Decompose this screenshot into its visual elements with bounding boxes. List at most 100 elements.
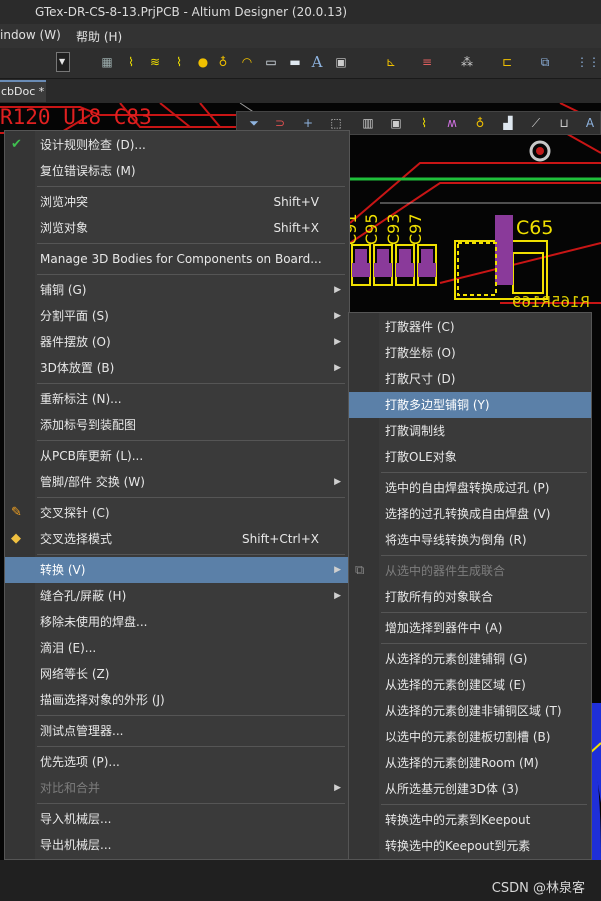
context-menu-item-25[interactable]: 滴泪 (E)... <box>5 635 349 661</box>
align-icon[interactable]: ⊾ <box>384 55 398 69</box>
context-menu-item-label: 转换 (V) <box>40 563 86 577</box>
hatch-icon[interactable]: ▦ <box>100 55 114 69</box>
chevron-right-icon: ▶ <box>334 363 341 373</box>
convert-submenu-item-2[interactable]: 打散尺寸 (D) <box>349 366 591 392</box>
convert-submenu-item-0[interactable]: 打散器件 (C) <box>349 314 591 340</box>
pad-icon[interactable]: ● <box>196 55 210 69</box>
chevron-right-icon: ▶ <box>334 285 341 295</box>
convert-submenu-item-11: ⧉ 从选中的器件生成联合 <box>349 558 591 584</box>
component-icon[interactable]: ▣ <box>334 55 348 69</box>
convert-submenu-item-24[interactable]: 转换选中的Keepout到元素 <box>349 833 591 859</box>
menu-help[interactable]: 帮助 (H) <box>76 28 122 45</box>
context-menu-item-19[interactable]: ✎ 交叉探针 (C) <box>5 500 349 526</box>
via-tool-icon[interactable]: ♁ <box>473 116 487 130</box>
context-menu-item-29[interactable]: 测试点管理器... <box>5 718 349 744</box>
convert-submenu-item-3[interactable]: 打散多边型铺铜 (Y) <box>349 392 591 418</box>
convert-submenu-item-label: 增加选择到器件中 (A) <box>385 621 503 635</box>
convert-submenu-item-14[interactable]: 增加选择到器件中 (A) <box>349 615 591 641</box>
convert-submenu-item-5[interactable]: 打散OLE对象 <box>349 444 591 470</box>
menu-separator <box>37 383 345 384</box>
convert-submenu-item-label: 打散多边型铺铜 (Y) <box>385 398 490 412</box>
context-menu-item-6[interactable]: Manage 3D Bodies for Components on Board… <box>5 246 349 272</box>
context-menu-item-31[interactable]: 优先选项 (P)... <box>5 749 349 775</box>
pcb-ref-c65: C65 <box>516 217 554 239</box>
convert-submenu-item-12[interactable]: 打散所有的对象联合 <box>349 584 591 610</box>
convert-submenu-item-23[interactable]: 转换选中的元素到Keepout <box>349 807 591 833</box>
context-menu-item-26[interactable]: 网络等长 (Z) <box>5 661 349 687</box>
context-menu-item-label: 导入机械层... <box>40 812 112 826</box>
multi-route-icon[interactable]: ⌇ <box>172 55 186 69</box>
add-icon[interactable]: + <box>301 116 315 130</box>
region-icon[interactable]: ▬ <box>288 55 302 69</box>
convert-submenu-item-7[interactable]: 选中的自由焊盘转换成过孔 (P) <box>349 475 591 501</box>
convert-submenu-item-label: 从选中的器件生成联合 <box>385 564 506 578</box>
context-menu-item-label: 分割平面 (S) <box>40 309 109 323</box>
context-menu-item-1[interactable]: 复位错误标志 (M) <box>5 158 349 184</box>
context-menu-item-3[interactable]: 浏览冲突 Shift+V <box>5 189 349 215</box>
chart-icon[interactable]: ▥ <box>361 116 375 130</box>
convert-submenu-item-1[interactable]: 打散坐标 (O) <box>349 340 591 366</box>
via-icon[interactable]: ♁ <box>216 55 230 69</box>
polygon-icon[interactable]: ▟ <box>501 116 515 130</box>
context-menu-item-label: 铺铜 (G) <box>40 283 87 297</box>
context-menu-item-34[interactable]: 导入机械层... <box>5 806 349 832</box>
pcb-ref-top: R120 U18 C83 <box>0 105 152 129</box>
context-menu-item-8[interactable]: 铺铜 (G) ▶ <box>5 277 349 303</box>
text-icon[interactable]: A <box>310 55 324 70</box>
toolbar-dropdown[interactable]: ▼ <box>56 52 70 72</box>
convert-submenu-item-label: 从选择的元素创建Room (M) <box>385 756 539 770</box>
context-menu-item-24[interactable]: 移除未使用的焊盘... <box>5 609 349 635</box>
context-menu-item-16[interactable]: 从PCB库更新 (L)... <box>5 443 349 469</box>
text-tool-icon[interactable]: A <box>583 116 597 130</box>
convert-submenu-item-18[interactable]: 从选择的元素创建非铺铜区域 (T) <box>349 698 591 724</box>
context-menu-item-27[interactable]: 描画选择对象的外形 (J) <box>5 687 349 713</box>
snap-icon[interactable]: ⧉ <box>538 55 552 69</box>
convert-submenu-item-17[interactable]: 从选择的元素创建区域 (E) <box>349 672 591 698</box>
convert-submenu-item-9[interactable]: 将选中导线转换为倒角 (R) <box>349 527 591 553</box>
line-icon[interactable]: ⟋ <box>529 116 543 130</box>
context-menu-item-14[interactable]: 添加标号到装配图 <box>5 412 349 438</box>
context-menu-item-label: Manage 3D Bodies for Components on Board… <box>40 252 322 266</box>
context-menu-item-0[interactable]: ✔ 设计规则检查 (D)... <box>5 132 349 158</box>
context-menu-item-23[interactable]: 缝合孔/屏蔽 (H) ▶ <box>5 583 349 609</box>
arc-icon[interactable]: ◠ <box>240 55 254 69</box>
context-menu-item-13[interactable]: 重新标注 (N)... <box>5 386 349 412</box>
convert-submenu-item-label: 将选中导线转换为倒角 (R) <box>385 533 527 547</box>
context-menu-item-4[interactable]: 浏览对象 Shift+X <box>5 215 349 241</box>
select-icon[interactable]: ⬚ <box>329 116 343 130</box>
diff-pair-icon[interactable]: ≋ <box>148 55 162 69</box>
convert-submenu-item-8[interactable]: 选择的过孔转换成自由焊盘 (V) <box>349 501 591 527</box>
context-menu-item-9[interactable]: 分割平面 (S) ▶ <box>5 303 349 329</box>
convert-submenu-item-20[interactable]: 从选择的元素创建Room (M) <box>349 750 591 776</box>
arrange-icon[interactable]: ≡ <box>420 55 434 69</box>
context-menu-item-20[interactable]: ◆ 交叉选择模式 Shift+Ctrl+X <box>5 526 349 552</box>
grid-icon[interactable]: ⋮⋮ <box>576 55 600 69</box>
convert-submenu-item-21[interactable]: 从所选基元创建3D体 (3) <box>349 776 591 802</box>
context-menu-item-22[interactable]: 转换 (V) ▶ <box>5 557 349 583</box>
route-icon[interactable]: ⌇ <box>124 55 138 69</box>
context-menu-item-35[interactable]: 导出机械层... <box>5 832 349 858</box>
tab-pcb-document[interactable]: cbDoc * <box>0 80 46 102</box>
route-tool-icon[interactable]: ⌇ <box>417 116 431 130</box>
context-menu-item-17[interactable]: 管脚/部件 交换 (W) ▶ <box>5 469 349 495</box>
tune-icon[interactable]: ʍ <box>445 116 459 130</box>
convert-submenu-item-4[interactable]: 打散调制线 <box>349 418 591 444</box>
filter-icon[interactable]: ⏷ <box>247 116 261 130</box>
convert-submenu-item-label: 打散所有的对象联合 <box>385 590 494 604</box>
drc-tool-icon[interactable]: ⁂ <box>460 55 474 69</box>
context-menu-item-label: 重新标注 (N)... <box>40 392 122 406</box>
menu-separator <box>37 274 345 275</box>
dimension-icon[interactable]: ⊏ <box>500 55 514 69</box>
context-menu-item-11[interactable]: 3D体放置 (B) ▶ <box>5 355 349 381</box>
context-menu-item-32: 对比和合并 ▶ <box>5 775 349 801</box>
context-menu-item-10[interactable]: 器件摆放 (O) ▶ <box>5 329 349 355</box>
convert-submenu-item-19[interactable]: 以选中的元素创建板切割槽 (B) <box>349 724 591 750</box>
measure-icon[interactable]: ⊔ <box>557 116 571 130</box>
context-menu-item-label: 交叉选择模式 <box>40 532 113 546</box>
fill-icon[interactable]: ▭ <box>264 55 278 69</box>
menu-window[interactable]: indow (W) <box>0 28 61 42</box>
convert-submenu-item-16[interactable]: 从选择的元素创建铺铜 (G) <box>349 646 591 672</box>
chip-icon[interactable]: ▣ <box>389 116 403 130</box>
interactive-route-icon[interactable]: ⊃ <box>273 116 287 130</box>
context-menu-item-label: 管脚/部件 交换 (W) <box>40 475 145 489</box>
